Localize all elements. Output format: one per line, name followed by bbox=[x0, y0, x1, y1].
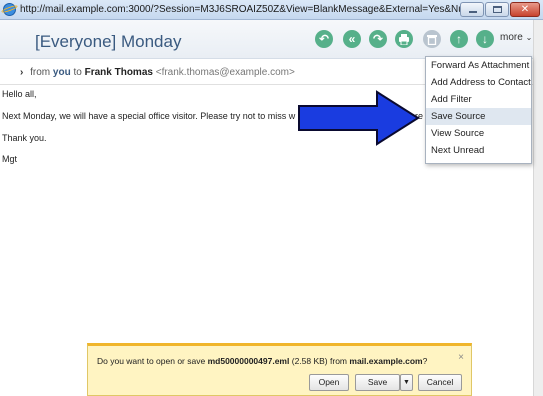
more-button[interactable]: more ⌄ bbox=[500, 32, 532, 43]
to-word: to bbox=[73, 67, 82, 78]
reply-icon[interactable]: ↶ bbox=[315, 30, 333, 48]
download-filename: md50000000497.eml bbox=[207, 356, 290, 366]
menu-item-view-source[interactable]: View Source bbox=[426, 125, 531, 142]
download-close-icon[interactable]: × bbox=[458, 352, 464, 363]
window-controls: ✕ bbox=[460, 2, 540, 17]
pointer-arrow-icon bbox=[298, 90, 420, 146]
body-line-1: Hello all, bbox=[2, 89, 37, 99]
internet-explorer-icon bbox=[3, 3, 16, 16]
save-button[interactable]: Save bbox=[355, 374, 400, 391]
more-dropdown-menu: Forward As Attachment Add Address to Con… bbox=[425, 56, 532, 164]
printer-glyph bbox=[399, 33, 409, 45]
print-icon[interactable] bbox=[395, 30, 413, 48]
minimize-button[interactable] bbox=[460, 2, 484, 17]
menu-item-save-source[interactable]: Save Source bbox=[426, 108, 531, 125]
from-prefix: from bbox=[30, 67, 51, 78]
vertical-scrollbar[interactable] bbox=[533, 20, 543, 396]
up-arrow-icon[interactable]: ↑ bbox=[450, 30, 468, 48]
down-arrow-icon[interactable]: ↓ bbox=[476, 30, 494, 48]
download-prompt-prefix: Do you want to open or save bbox=[97, 356, 206, 366]
minimize-icon bbox=[469, 11, 477, 13]
reply-all-icon[interactable]: « bbox=[343, 30, 361, 48]
menu-item-add-filter[interactable]: Add Filter bbox=[426, 91, 531, 108]
from-line: › from you to Frank Thomas <frank.thomas… bbox=[20, 67, 295, 78]
download-size: (2.58 KB) bbox=[291, 356, 328, 366]
message-subject: [Everyone] Monday bbox=[35, 32, 182, 51]
window-titlebar: http://mail.example.com:3000/?Session=M3… bbox=[0, 0, 543, 20]
recipient-name[interactable]: Frank Thomas bbox=[85, 67, 153, 78]
download-from-word: from bbox=[330, 356, 348, 366]
chevron-down-icon: ⌄ bbox=[525, 33, 533, 42]
body-line-4: Mgt bbox=[2, 154, 18, 164]
menu-item-forward-as-attachment[interactable]: Forward As Attachment bbox=[426, 57, 531, 74]
body-line-2: Next Monday, we will have a special offi… bbox=[2, 111, 296, 121]
trash-glyph bbox=[427, 34, 437, 45]
close-icon: ✕ bbox=[520, 3, 530, 15]
save-options-dropdown[interactable]: ▼ bbox=[400, 374, 413, 391]
window-title: http://mail.example.com:3000/?Session=M3… bbox=[20, 4, 460, 15]
forward-icon[interactable]: ↷ bbox=[369, 30, 387, 48]
download-suffix: ? bbox=[422, 356, 428, 366]
more-label: more bbox=[500, 32, 523, 43]
chevron-right-icon[interactable]: › bbox=[20, 67, 23, 78]
menu-item-add-address-to-contacts[interactable]: Add Address to Contacts bbox=[426, 74, 531, 91]
cancel-button[interactable]: Cancel bbox=[418, 374, 462, 391]
download-site: mail.example.com bbox=[349, 356, 423, 366]
menu-item-next-unread[interactable]: Next Unread bbox=[426, 142, 531, 159]
recipient-email: <frank.thomas@example.com> bbox=[155, 67, 295, 78]
delete-icon[interactable] bbox=[423, 30, 441, 48]
maximize-button[interactable] bbox=[485, 2, 509, 17]
download-notification-bar: Do you want to open or save md5000000049… bbox=[87, 343, 472, 396]
body-line-3: Thank you. bbox=[2, 133, 47, 143]
close-window-button[interactable]: ✕ bbox=[510, 2, 540, 17]
open-button[interactable]: Open bbox=[309, 374, 349, 391]
maximize-icon bbox=[493, 6, 502, 13]
from-you[interactable]: you bbox=[53, 67, 71, 78]
caret-down-icon: ▼ bbox=[403, 379, 410, 386]
download-prompt: Do you want to open or save md5000000049… bbox=[97, 356, 427, 366]
